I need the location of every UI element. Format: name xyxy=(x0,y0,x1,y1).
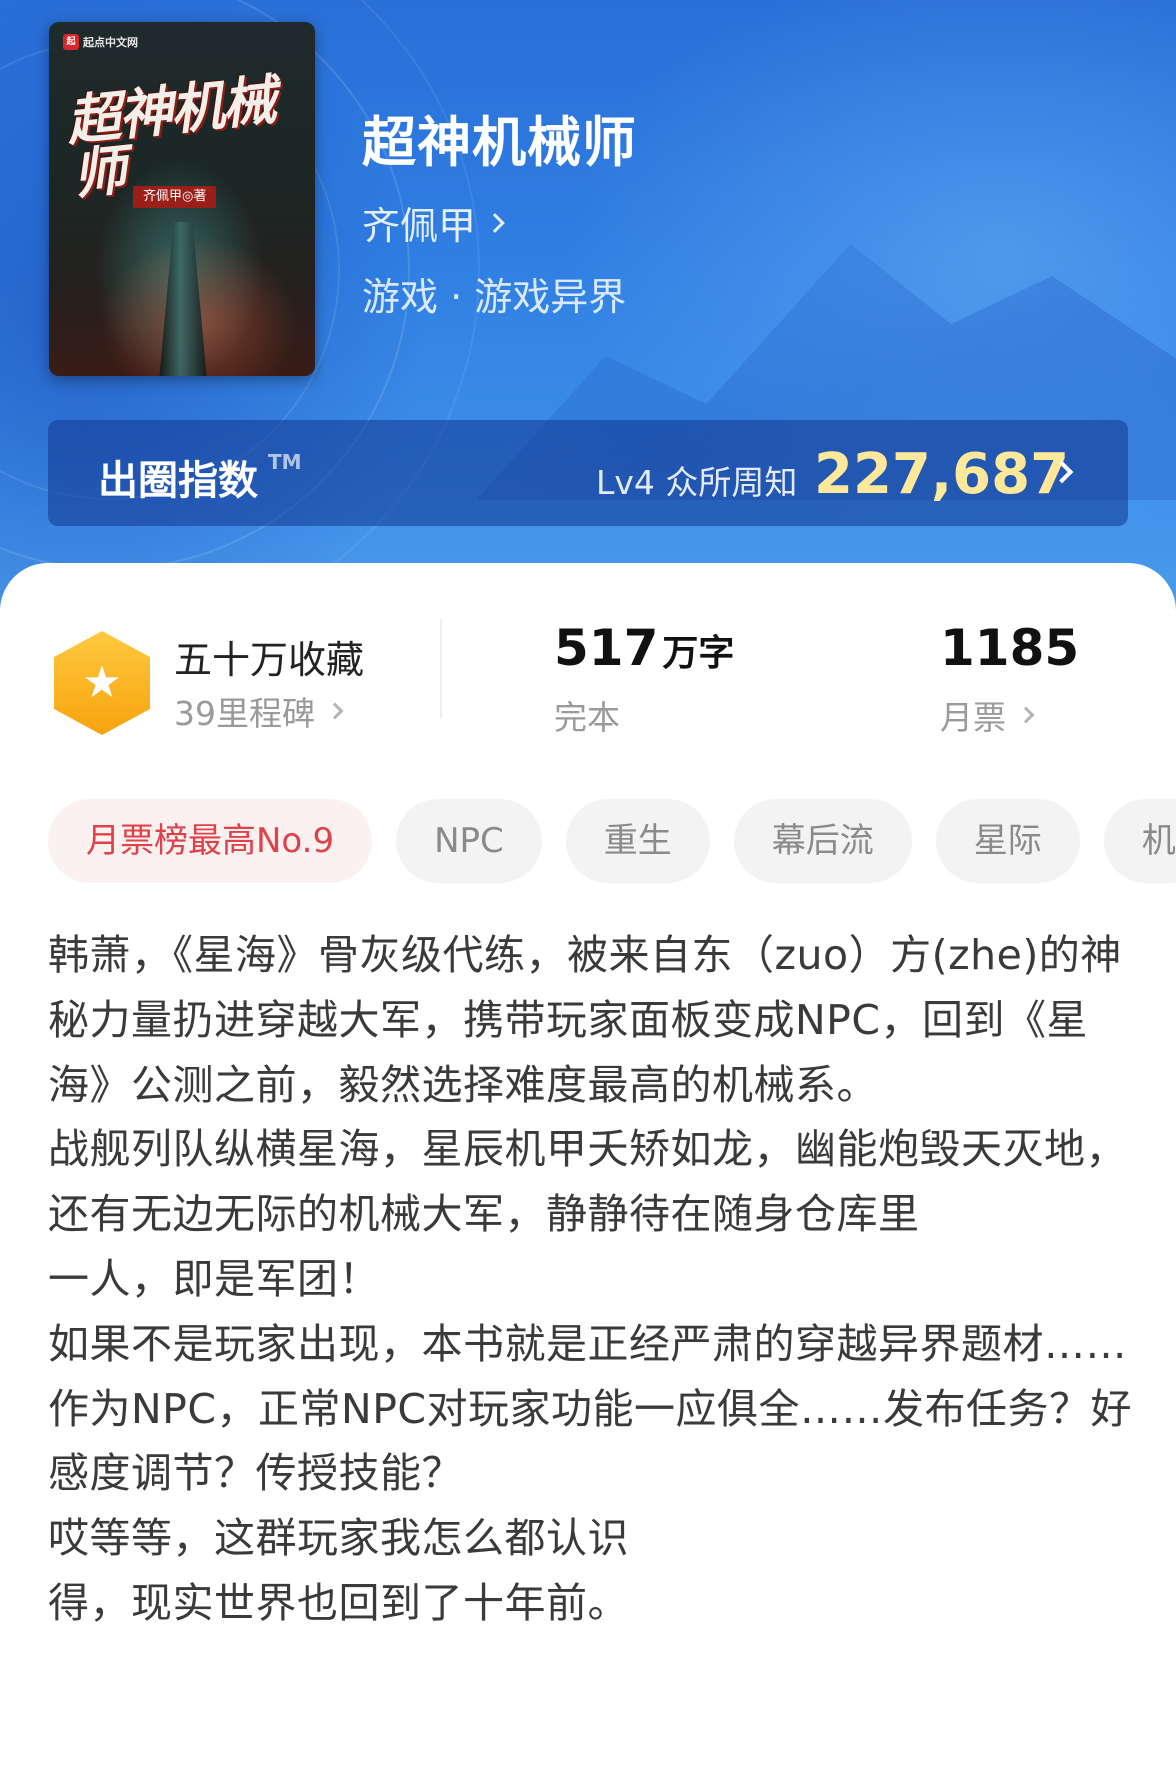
index-label: 出圈指数 xyxy=(98,458,258,504)
description-paragraph: 韩萧，《星海》骨灰级代练，被来自东（zuo）方(zhe)的神秘力量扔进穿越大军，… xyxy=(48,931,1122,1109)
cover-title: 超神机械师 xyxy=(63,67,278,207)
popularity-index-bar[interactable]: 出圈指数 TM Lv4 众所周知 227,687 xyxy=(48,420,1128,526)
tag-ranking[interactable]: 月票榜最高No.9 xyxy=(48,799,373,883)
cover-author: 齐佩甲◎著 xyxy=(133,186,217,208)
publisher-logo-icon: 起 xyxy=(63,34,79,50)
book-detail-page: 起 起点中文网 超神机械师 齐佩甲◎著 超神机械师 齐佩甲 游戏 · 游戏异界 … xyxy=(0,0,1176,1773)
book-description: 韩萧，《星海》骨灰级代练，被来自东（zuo）方(zhe)的神秘力量扔进穿越大军，… xyxy=(48,923,1138,1636)
chevron-right-icon xyxy=(485,212,505,233)
word-count-value: 517 xyxy=(554,619,659,677)
word-count: 517 万字 xyxy=(554,619,734,677)
description-paragraph: 战舰列队纵横星海，星辰机甲夭矫如龙，幽能炮毁天灭地，还有无边无际的机械大军，静静… xyxy=(48,1125,1127,1239)
completion-status-text: 完本 xyxy=(554,698,620,737)
word-count-unit: 万字 xyxy=(662,633,735,674)
tag-interstellar[interactable]: 星际 xyxy=(935,799,1080,883)
chevron-right-icon xyxy=(1017,706,1035,724)
description-paragraph: 如果不是玩家出现，本书就是正经严肃的穿越异界题材…… xyxy=(48,1319,1127,1368)
cover-art-tower xyxy=(159,222,207,376)
index-level: Lv4 众所周知 xyxy=(596,463,798,502)
description-paragraph: 得，现实世界也回到了十年前。 xyxy=(48,1578,629,1627)
star-icon: ★ xyxy=(82,657,122,708)
monthly-votes-value: 1185 xyxy=(940,619,1080,677)
chevron-right-icon xyxy=(1050,460,1074,484)
completion-status: 完本 xyxy=(554,691,620,739)
collection-badge: ★ xyxy=(54,631,150,735)
milestone-link[interactable]: 39里程碑 xyxy=(174,687,344,735)
monthly-votes-link[interactable]: 月票 xyxy=(940,691,1035,739)
index-arrow xyxy=(1050,460,1074,484)
book-title: 超神机械师 xyxy=(362,111,637,174)
milestone-count: 39里程碑 xyxy=(174,694,315,733)
author-name: 齐佩甲 xyxy=(362,204,477,248)
chevron-right-icon xyxy=(326,702,344,720)
tag-mecha[interactable]: 机 xyxy=(1103,799,1176,883)
collection-milestone-title: 五十万收藏 xyxy=(174,638,365,682)
publisher-logo-text: 起点中文网 xyxy=(83,36,138,49)
description-paragraph: 哎等等，这群玩家我怎么都认识 xyxy=(48,1514,629,1563)
trademark-mark: TM xyxy=(268,450,302,474)
book-info-card: ★ 五十万收藏 39里程碑 517 万字 完本 1185 月票 月票榜最高No.9… xyxy=(0,563,1176,1773)
book-header: 起 起点中文网 超神机械师 齐佩甲◎著 超神机械师 齐佩甲 游戏 · 游戏异界 … xyxy=(0,0,1176,620)
tag-list: 月票榜最高No.9 NPC 重生 幕后流 星际 机 xyxy=(48,799,1176,883)
book-genre: 游戏 · 游戏异界 xyxy=(362,275,627,319)
description-paragraph: 作为NPC，正常NPC对玩家功能一应俱全……发布任务？好感度调节？传授技能？ xyxy=(48,1384,1133,1498)
stat-divider xyxy=(440,619,442,719)
tag-rebirth[interactable]: 重生 xyxy=(565,799,710,883)
author-link[interactable]: 齐佩甲 xyxy=(362,195,505,250)
publisher-logo: 起 起点中文网 xyxy=(63,34,138,50)
tag-mastermind[interactable]: 幕后流 xyxy=(733,799,912,883)
monthly-votes-label: 月票 xyxy=(940,698,1006,737)
book-cover[interactable]: 起 起点中文网 超神机械师 齐佩甲◎著 xyxy=(49,22,315,376)
index-value: 227,687 xyxy=(814,442,1070,507)
tag-npc[interactable]: NPC xyxy=(396,799,542,883)
description-paragraph: 一人，即是军团！ xyxy=(48,1254,380,1303)
